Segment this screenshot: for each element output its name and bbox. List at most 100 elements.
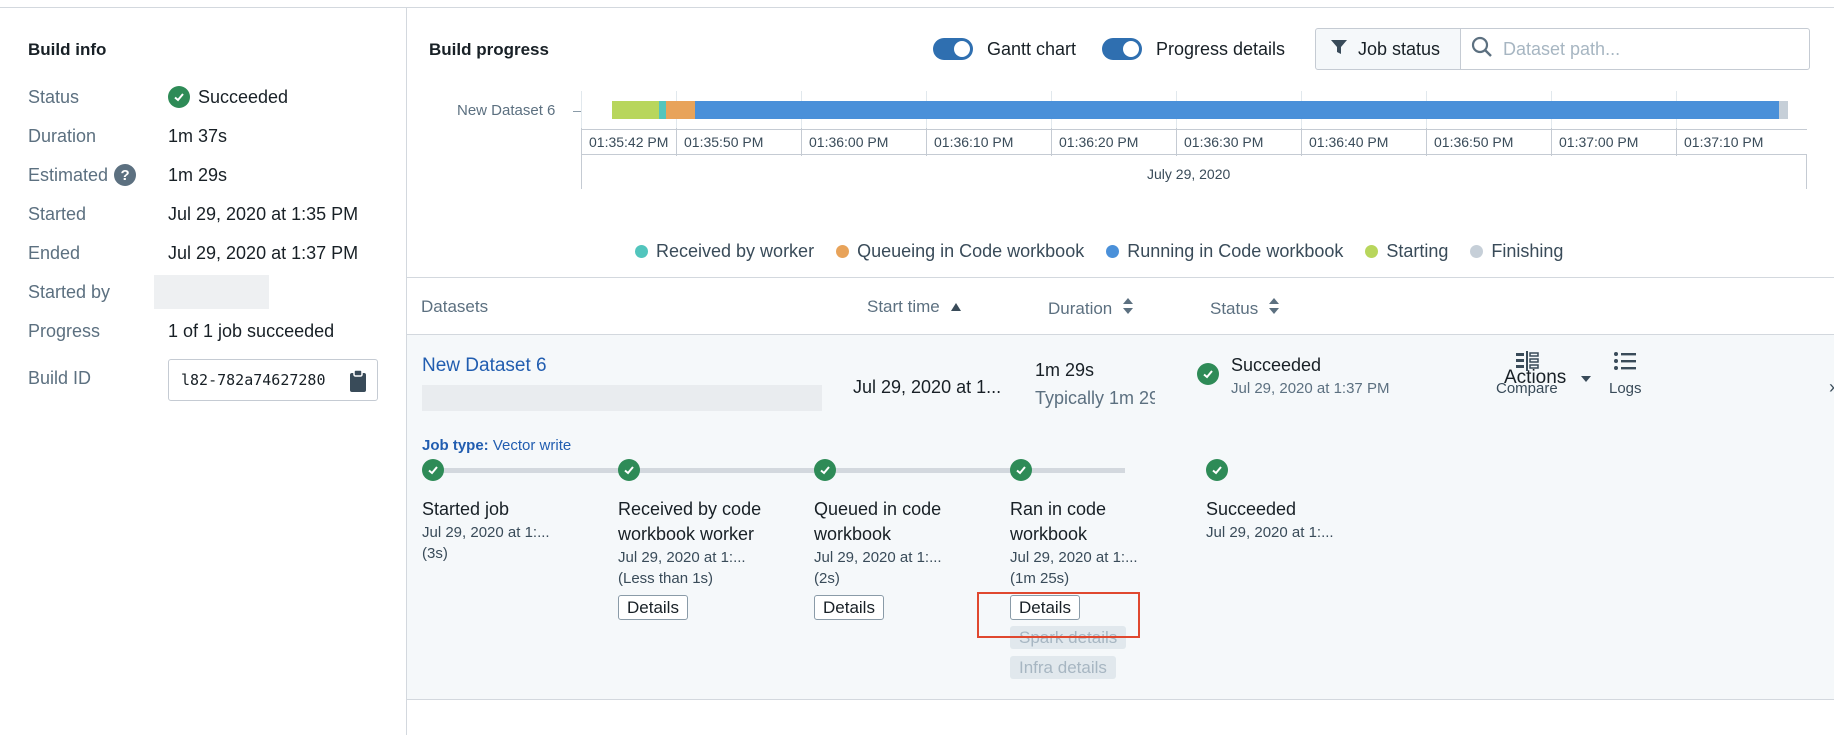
step-title: Ran in code workbook: [1010, 499, 1107, 544]
gantt-bar-finishing[interactable]: [1779, 101, 1788, 119]
sort-icon: [1268, 297, 1280, 320]
actions-label: Actions: [1504, 367, 1567, 388]
success-check-icon: [1010, 459, 1032, 481]
gantt-legend: Received by worker Queueing in Code work…: [635, 241, 1563, 262]
table-header: Datasets Start time Duration Status: [407, 277, 1834, 335]
info-label: Started by: [28, 281, 111, 302]
top-border: [0, 0, 1834, 8]
axis-tick-label: 01:36:00 PM: [801, 128, 888, 156]
step-title: Started job: [422, 499, 510, 519]
column-label: Start time: [867, 297, 940, 316]
duration-cell: 1m 29s: [1035, 360, 1095, 380]
job-type: Job type: Vector write: [422, 437, 571, 454]
dataset-search[interactable]: [1460, 28, 1810, 70]
axis-tick-label: 01:37:00 PM: [1551, 128, 1638, 156]
legend-dot: [1365, 245, 1379, 258]
legend-label: Received by worker: [656, 241, 815, 261]
start-time-cell: Jul 29, 2020 at 1...: [853, 377, 1002, 397]
axis-tick-label: 01:35:50 PM: [676, 128, 763, 156]
legend-dot: [836, 245, 850, 258]
actions-dropdown[interactable]: Actions: [1504, 367, 1592, 389]
status-text: Succeeded: [1231, 355, 1322, 375]
info-label: Status: [28, 86, 80, 107]
gantt-bar-queueing[interactable]: [666, 101, 695, 119]
step-title: Received by code workbook worker: [618, 499, 762, 544]
dataset-link[interactable]: New Dataset 6: [422, 355, 547, 377]
typical-duration: Typically 1m 29s: [1035, 388, 1155, 408]
search-input[interactable]: [1503, 38, 1793, 60]
step-title: Queued in code workbook: [814, 499, 942, 544]
step-time: Jul 29, 2020 at 1:...: [1010, 549, 1138, 566]
progress-details-toggle[interactable]: Progress details: [1102, 37, 1285, 61]
step-time: Jul 29, 2020 at 1:...: [1206, 524, 1334, 541]
axis-tick-label: 01:37:10 PM: [1676, 128, 1763, 156]
axis-tick-label: 01:35:42 PM: [581, 128, 668, 156]
info-row-progress: Progress 1 of 1 job succeeded: [28, 316, 334, 346]
step-duration: (1m 25s): [1010, 570, 1070, 587]
infra-details-button[interactable]: Infra details: [1010, 656, 1116, 679]
info-row-duration: Duration 1m 37s: [28, 121, 227, 151]
build-info-panel: Build info Status Succeeded Duration 1m …: [0, 8, 407, 735]
info-label: Ended: [28, 242, 81, 263]
column-header-duration[interactable]: Duration: [1048, 297, 1134, 320]
toggle-label: Gantt chart: [987, 38, 1077, 59]
info-row-build-id: Build ID: [28, 363, 168, 393]
highlight-box: [977, 592, 1140, 638]
details-button[interactable]: Details: [618, 595, 688, 620]
gantt-row-tick: [573, 111, 581, 112]
info-value: 1m 37s: [168, 125, 228, 146]
toggle-switch[interactable]: [933, 38, 973, 60]
axis-tick-label: 01:36:10 PM: [926, 128, 1013, 156]
toggle-switch[interactable]: [1102, 38, 1142, 60]
job-type-label: Job type:: [422, 437, 489, 454]
redacted-dataset-path: [422, 385, 822, 411]
job-status-filter-button[interactable]: Job status: [1315, 28, 1461, 70]
gantt-toggle[interactable]: Gantt chart: [933, 37, 1076, 61]
legend-label: Starting: [1386, 241, 1449, 261]
info-row-estimated: Estimated ? 1m 29s: [28, 160, 227, 190]
chevron-right-icon[interactable]: ›: [1829, 377, 1834, 398]
details-button[interactable]: Details: [814, 595, 884, 620]
legend-dot: [635, 245, 648, 258]
logs-button[interactable]: Logs: [1609, 350, 1642, 397]
gantt-bar-received[interactable]: [659, 101, 666, 119]
info-label: Estimated: [28, 164, 109, 185]
redacted-user: [154, 275, 269, 309]
job-type-value: Vector write: [492, 437, 572, 454]
success-check-icon: [422, 459, 444, 481]
column-header-status[interactable]: Status: [1210, 297, 1280, 320]
gantt-bar-running[interactable]: [695, 101, 1779, 119]
gantt-gridline: [581, 91, 582, 129]
column-header-start-time[interactable]: Start time: [867, 297, 962, 317]
info-row-started-by: Started by: [28, 275, 269, 309]
status-time: Jul 29, 2020 at 1:37 PM: [1231, 380, 1390, 397]
info-row-status: Status Succeeded: [28, 82, 288, 112]
build-info-title: Build info: [28, 40, 107, 59]
info-row-started: Started Jul 29, 2020 at 1:35 PM: [28, 199, 358, 229]
gantt-bar-starting[interactable]: [612, 101, 659, 119]
info-label: Started: [28, 203, 87, 224]
logs-label: Logs: [1609, 380, 1642, 397]
step-title: Succeeded: [1206, 499, 1297, 519]
sort-ascending-icon: [950, 297, 962, 317]
help-icon[interactable]: ?: [114, 164, 137, 186]
build-id-field[interactable]: l82-782a74627280: [168, 359, 378, 401]
column-label: Duration: [1048, 298, 1113, 318]
clipboard-icon[interactable]: [349, 369, 367, 397]
info-label: Progress: [28, 320, 101, 341]
axis-tick-label: 01:36:40 PM: [1301, 128, 1388, 156]
column-header-datasets[interactable]: Datasets: [421, 297, 488, 317]
axis-tick-label: 01:36:30 PM: [1176, 128, 1263, 156]
success-check-icon: [168, 86, 190, 108]
build-progress-title: Build progress: [429, 40, 549, 59]
row-status: Succeeded Jul 29, 2020 at 1:37 PM: [1197, 355, 1389, 397]
legend-item: Received by worker: [635, 241, 814, 262]
legend-label: Running in Code workbook: [1127, 241, 1344, 261]
success-check-icon: [1197, 363, 1219, 385]
info-value: Jul 29, 2020 at 1:35 PM: [168, 203, 359, 224]
column-label: Datasets: [421, 297, 489, 316]
step-time: Jul 29, 2020 at 1:...: [422, 524, 550, 541]
filter-icon: [1330, 38, 1348, 61]
step-duration: (3s): [422, 545, 448, 562]
search-icon: [1471, 36, 1493, 63]
